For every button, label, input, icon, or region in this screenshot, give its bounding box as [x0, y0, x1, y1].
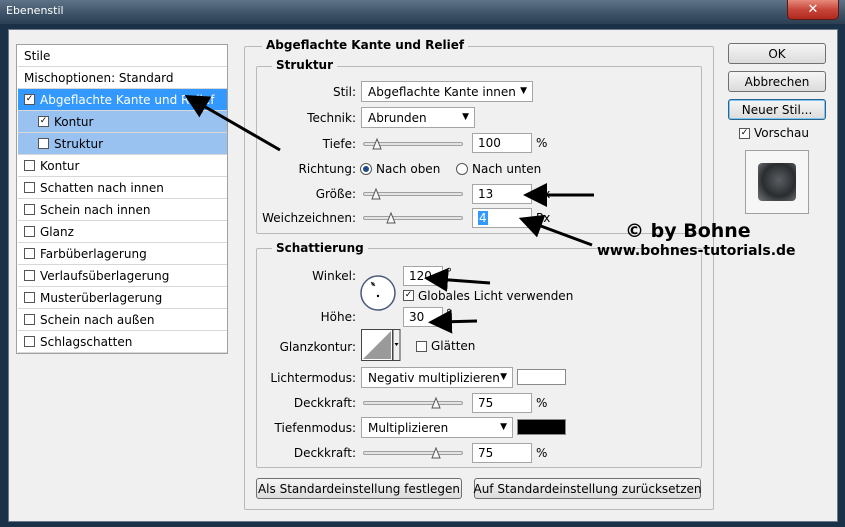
annotation-arrows	[184, 95, 594, 334]
arrow-to-bevel-item-icon	[184, 95, 281, 152]
arrow-to-altitude-icon	[428, 309, 478, 334]
arrow-to-angle-icon	[424, 267, 491, 292]
arrow-to-soften-icon	[518, 214, 593, 247]
